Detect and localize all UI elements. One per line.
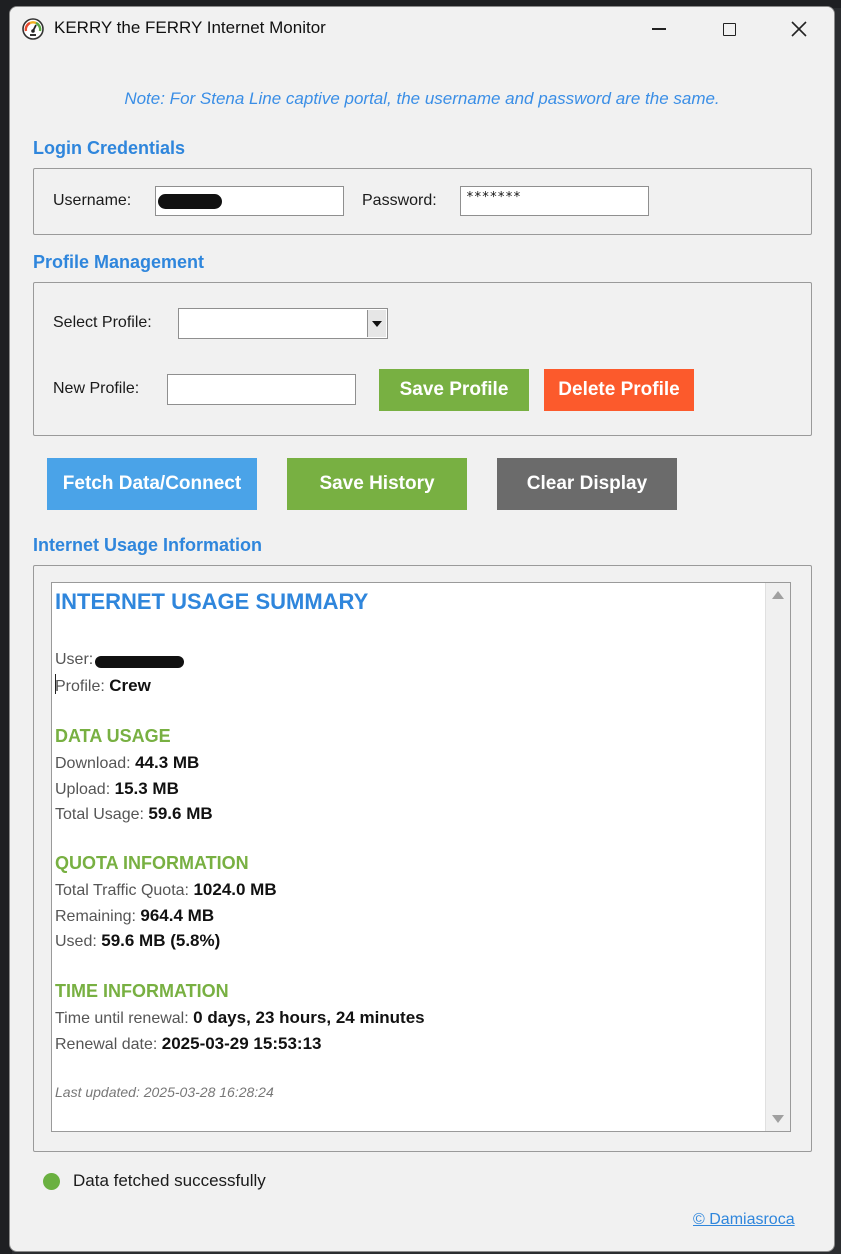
used-line: Used: 59.6 MB (5.8%) bbox=[55, 931, 220, 951]
renewal-in-label: Time until renewal: bbox=[55, 1010, 189, 1027]
profile-group: Select Profile: New Profile: Save Profil… bbox=[33, 282, 812, 436]
chevron-down-icon bbox=[372, 320, 382, 327]
clear-display-button[interactable]: Clear Display bbox=[497, 458, 677, 510]
user-label: User: bbox=[55, 651, 94, 668]
captive-portal-note: Note: For Stena Line captive portal, the… bbox=[124, 89, 720, 108]
summary-title: INTERNET USAGE SUMMARY bbox=[55, 589, 369, 614]
minimize-icon bbox=[652, 28, 666, 30]
minimize-button[interactable] bbox=[628, 7, 690, 51]
renewal-date-label: Renewal date: bbox=[55, 1036, 158, 1053]
renewal-in-value: 0 days, 23 hours, 24 minutes bbox=[193, 1008, 425, 1027]
upload-value: 15.3 MB bbox=[114, 779, 179, 798]
time-title: TIME INFORMATION bbox=[55, 981, 229, 1001]
fetch-data-button[interactable]: Fetch Data/Connect bbox=[47, 458, 257, 510]
login-group: Username: Password: ******* bbox=[33, 168, 812, 235]
usage-text-area[interactable]: INTERNET USAGE SUMMARY User: Profile: Cr… bbox=[51, 582, 791, 1132]
close-icon bbox=[791, 21, 807, 37]
remaining-line: Remaining: 964.4 MB bbox=[55, 906, 214, 926]
used-label: Used: bbox=[55, 933, 97, 950]
used-value: 59.6 MB (5.8%) bbox=[101, 931, 221, 950]
username-label: Username: bbox=[53, 192, 132, 209]
total-usage-line: Total Usage: 59.6 MB bbox=[55, 804, 213, 824]
new-profile-label: New Profile: bbox=[53, 380, 140, 397]
profile-select[interactable] bbox=[178, 308, 388, 339]
password-field[interactable]: ******* bbox=[460, 186, 649, 216]
select-profile-label: Select Profile: bbox=[53, 314, 152, 331]
usage-section-title: Internet Usage Information bbox=[33, 535, 263, 555]
scroll-up-icon[interactable] bbox=[772, 591, 784, 599]
quota-value: 1024.0 MB bbox=[193, 880, 277, 899]
last-updated-text: Last updated: 2025-03-28 16:28:24 bbox=[55, 1084, 274, 1100]
scroll-down-icon[interactable] bbox=[772, 1115, 784, 1123]
profile-section-title: Profile Management bbox=[33, 252, 205, 272]
quota-title: QUOTA INFORMATION bbox=[55, 853, 249, 873]
redaction-mark bbox=[158, 194, 222, 209]
remaining-value: 964.4 MB bbox=[140, 906, 215, 925]
maximize-icon bbox=[722, 22, 736, 36]
save-profile-button[interactable]: Save Profile bbox=[379, 369, 529, 411]
total-usage-label: Total Usage: bbox=[55, 806, 144, 823]
close-button[interactable] bbox=[768, 7, 830, 51]
maximize-button[interactable] bbox=[698, 7, 760, 51]
new-profile-field[interactable] bbox=[167, 374, 356, 405]
download-label: Download: bbox=[55, 755, 131, 772]
status-text: Data fetched successfully bbox=[73, 1171, 266, 1190]
redaction-mark bbox=[95, 656, 184, 668]
dropdown-arrow[interactable] bbox=[367, 310, 386, 337]
download-value: 44.3 MB bbox=[135, 753, 200, 772]
total-usage-value: 59.6 MB bbox=[148, 804, 213, 823]
window-title: KERRY the FERRY Internet Monitor bbox=[54, 18, 326, 37]
profile-value: Crew bbox=[109, 676, 151, 695]
title-bar[interactable]: KERRY the FERRY Internet Monitor bbox=[10, 7, 834, 51]
vertical-scrollbar[interactable] bbox=[765, 583, 790, 1131]
save-history-button[interactable]: Save History bbox=[287, 458, 467, 510]
renewal-in-line: Time until renewal: 0 days, 23 hours, 24… bbox=[55, 1008, 425, 1028]
password-label: Password: bbox=[362, 192, 437, 209]
delete-profile-button[interactable]: Delete Profile bbox=[544, 369, 694, 411]
speedometer-icon bbox=[22, 18, 44, 40]
login-section-title: Login Credentials bbox=[33, 138, 186, 158]
status-indicator bbox=[43, 1173, 60, 1190]
profile-label: Profile: bbox=[55, 678, 105, 695]
quota-line: Total Traffic Quota: 1024.0 MB bbox=[55, 880, 277, 900]
profile-line: Profile: Crew bbox=[55, 676, 151, 696]
app-window: KERRY the FERRY Internet Monitor Note: F… bbox=[9, 6, 835, 1252]
download-line: Download: 44.3 MB bbox=[55, 753, 199, 773]
user-line: User: bbox=[55, 651, 93, 669]
usage-group: INTERNET USAGE SUMMARY User: Profile: Cr… bbox=[33, 565, 812, 1152]
author-link[interactable]: © Damiasroca bbox=[693, 1211, 795, 1229]
renewal-date-line: Renewal date: 2025-03-29 15:53:13 bbox=[55, 1034, 321, 1054]
remaining-label: Remaining: bbox=[55, 908, 136, 925]
renewal-date-value: 2025-03-29 15:53:13 bbox=[161, 1034, 322, 1053]
data-usage-title: DATA USAGE bbox=[55, 726, 171, 746]
upload-line: Upload: 15.3 MB bbox=[55, 779, 179, 799]
quota-label: Total Traffic Quota: bbox=[55, 882, 189, 899]
upload-label: Upload: bbox=[55, 781, 111, 798]
